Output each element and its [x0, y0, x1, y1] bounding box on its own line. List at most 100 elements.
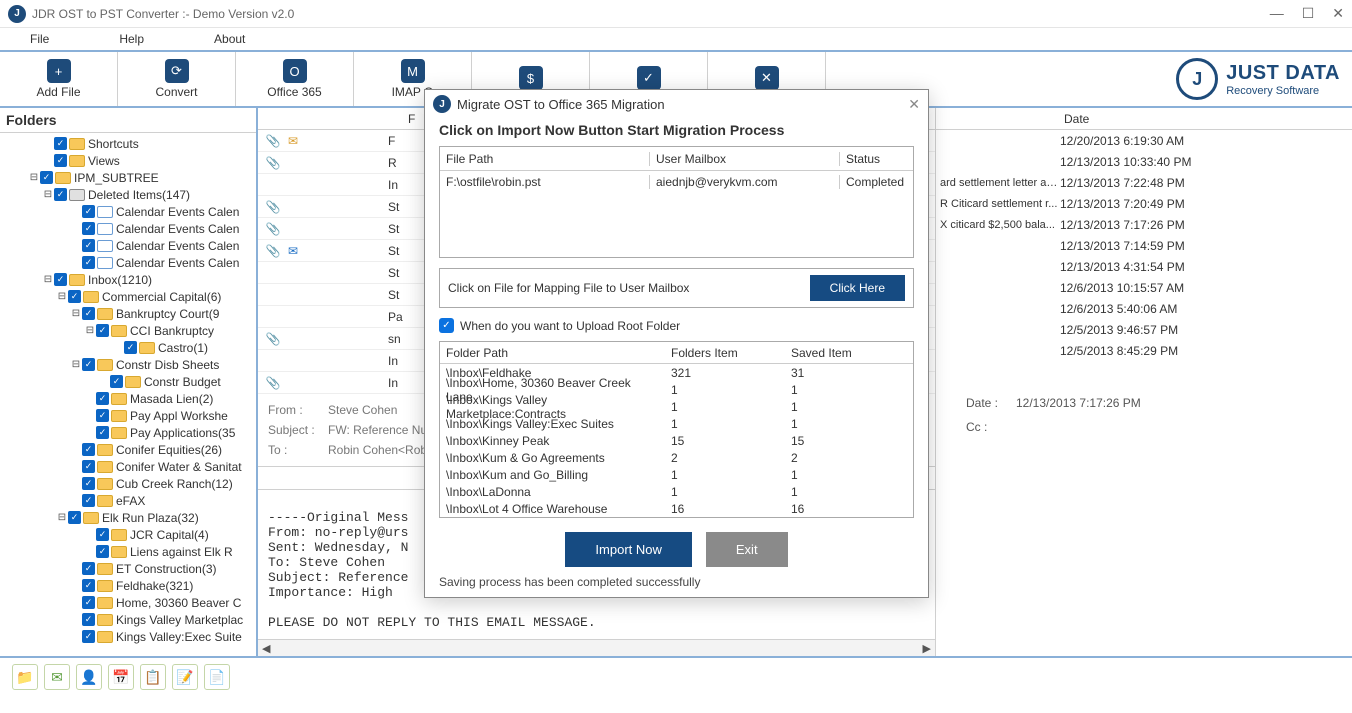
tree-item[interactable]: ✓Kings Valley Marketplac	[0, 611, 256, 628]
from-value: Steve Cohen	[328, 403, 397, 417]
grid2-hdr-saved: Saved Item	[785, 346, 913, 360]
tree-item[interactable]: ✓Liens against Elk R	[0, 543, 256, 560]
tree-item[interactable]: ⊟✓Bankruptcy Court(9	[0, 305, 256, 322]
minimize-button[interactable]: —	[1270, 5, 1284, 22]
tree-item[interactable]: ⊟✓IPM_SUBTREE	[0, 169, 256, 186]
status-icon-5[interactable]: 📋	[140, 664, 166, 690]
grid2-row: \Inbox\Kings Valley:Exec Suites11	[440, 415, 913, 432]
tree-item[interactable]: ✓JCR Capital(4)	[0, 526, 256, 543]
toolbar-btn-1[interactable]: ⟳Convert	[118, 52, 236, 106]
detail-date-value: 12/13/2013 7:17:26 PM	[1016, 396, 1141, 410]
detail-cc-label: Cc :	[966, 420, 1016, 434]
tree-item[interactable]: ✓Conifer Equities(26)	[0, 441, 256, 458]
tree-item[interactable]: ⊟✓Inbox(1210)	[0, 271, 256, 288]
upload-root-checkbox-row[interactable]: ✓ When do you want to Upload Root Folder	[439, 318, 914, 333]
grid1-hdr-mailbox: User Mailbox	[650, 152, 840, 166]
tree-item[interactable]: ✓Views	[0, 152, 256, 169]
status-icon-7[interactable]: 📄	[204, 664, 230, 690]
file-mailbox-grid: File Path User Mailbox Status F:\ostfile…	[439, 146, 914, 258]
status-icon-1[interactable]: 📁	[12, 664, 38, 690]
menu-file[interactable]: File	[30, 32, 49, 46]
grid2-row: \Inbox\Kum & Go Agreements22	[440, 449, 913, 466]
tree-item[interactable]: ✓Home, 30360 Beaver C	[0, 594, 256, 611]
tree-item[interactable]: ⊟✓CCI Bankruptcy	[0, 322, 256, 339]
right-row[interactable]: 12/6/2013 5:40:06 AM	[936, 298, 1352, 319]
folder-tree[interactable]: ✓Shortcuts✓Views⊟✓IPM_SUBTREE⊟✓Deleted I…	[0, 133, 256, 656]
to-label: To :	[268, 443, 328, 457]
tree-item[interactable]: ✓Castro(1)	[0, 339, 256, 356]
dialog-logo-icon: J	[433, 95, 451, 113]
menu-help[interactable]: Help	[119, 32, 144, 46]
grid2-row: \Inbox\Kings Valley Marketplace:Contract…	[440, 398, 913, 415]
tree-item[interactable]: ✓Pay Applications(35	[0, 424, 256, 441]
tree-item[interactable]: ✓Calendar Events Calen	[0, 203, 256, 220]
right-row[interactable]: R Citicard settlement r...12/13/2013 7:2…	[936, 193, 1352, 214]
right-row[interactable]: 12/6/2013 10:15:57 AM	[936, 277, 1352, 298]
menubar: File Help About	[0, 28, 1352, 50]
right-detail: Date :12/13/2013 7:17:26 PM Cc :	[936, 361, 1352, 469]
right-row[interactable]: 12/20/2013 6:19:30 AM	[936, 130, 1352, 151]
checkbox-icon[interactable]: ✓	[439, 318, 454, 333]
dialog-heading: Click on Import Now Button Start Migrati…	[439, 122, 914, 138]
brand-line1: JUST DATA	[1226, 62, 1340, 85]
click-here-button[interactable]: Click Here	[810, 275, 905, 301]
dialog-close-button[interactable]: ✕	[908, 96, 920, 113]
folder-grid: Folder Path Folders Item Saved Item \Inb…	[439, 341, 914, 518]
grid2-hdr-path: Folder Path	[440, 346, 665, 360]
close-button[interactable]: ✕	[1332, 5, 1344, 22]
right-row[interactable]: ard settlement letter ag...12/13/2013 7:…	[936, 172, 1352, 193]
tree-item[interactable]: ✓Calendar Events Calen	[0, 237, 256, 254]
checkbox-label: When do you want to Upload Root Folder	[460, 319, 680, 333]
right-row[interactable]: X citicard $2,500 bala...12/13/2013 7:17…	[936, 214, 1352, 235]
grid2-row: \Inbox\Lot 4 Office Warehouse1616	[440, 500, 913, 517]
grid2-row: \Inbox\LaDonna11	[440, 483, 913, 500]
right-row[interactable]: 12/13/2013 10:33:40 PM	[936, 151, 1352, 172]
tree-item[interactable]: ✓Calendar Events Calen	[0, 220, 256, 237]
tree-item[interactable]: ✓Shortcuts	[0, 135, 256, 152]
tree-item[interactable]: ⊟✓Deleted Items(147)	[0, 186, 256, 203]
right-row[interactable]: 12/5/2013 8:45:29 PM	[936, 340, 1352, 361]
tree-item[interactable]: ✓Constr Budget	[0, 373, 256, 390]
tree-item[interactable]: ✓Masada Lien(2)	[0, 390, 256, 407]
tree-item[interactable]: ✓ET Construction(3)	[0, 560, 256, 577]
maximize-button[interactable]: ☐	[1302, 5, 1315, 22]
toolbar-btn-0[interactable]: +Add File	[0, 52, 118, 106]
menu-about[interactable]: About	[214, 32, 245, 46]
migration-dialog: J Migrate OST to Office 365 Migration ✕ …	[424, 89, 929, 598]
import-now-button[interactable]: Import Now	[565, 532, 691, 567]
right-row[interactable]: 12/13/2013 4:31:54 PM	[936, 256, 1352, 277]
hscrollbar[interactable]: ◀▶	[258, 639, 935, 656]
folders-header: Folders	[0, 108, 256, 133]
mapping-row: Click on File for Mapping File to User M…	[439, 268, 914, 308]
status-icon-4[interactable]: 📅	[108, 664, 134, 690]
tree-item[interactable]: ⊟✓Constr Disb Sheets	[0, 356, 256, 373]
status-icon-2[interactable]: ✉	[44, 664, 70, 690]
tree-item[interactable]: ✓Feldhake(321)	[0, 577, 256, 594]
exit-button[interactable]: Exit	[706, 532, 788, 567]
from-label: From :	[268, 403, 328, 417]
tree-item[interactable]: ⊟✓Commercial Capital(6)	[0, 288, 256, 305]
grid2-row: \Inbox\Kinney Peak1515	[440, 432, 913, 449]
statusbar: 📁 ✉ 👤 📅 📋 📝 📄	[0, 656, 1352, 696]
tree-item[interactable]: ✓eFAX	[0, 492, 256, 509]
tree-item[interactable]: ✓Kings Valley:Exec Suite	[0, 628, 256, 645]
grid1-hdr-status: Status	[840, 152, 913, 166]
brand-line2: Recovery Software	[1226, 85, 1340, 97]
tree-item[interactable]: ✓Pay Appl Workshe	[0, 407, 256, 424]
mapping-text: Click on File for Mapping File to User M…	[448, 281, 689, 295]
grid1-hdr-path: File Path	[440, 152, 650, 166]
status-icon-6[interactable]: 📝	[172, 664, 198, 690]
dialog-titlebar: J Migrate OST to Office 365 Migration ✕	[425, 90, 928, 118]
brand: J JUST DATA Recovery Software	[1176, 58, 1352, 100]
tree-item[interactable]: ⊟✓Elk Run Plaza(32)	[0, 509, 256, 526]
status-icon-3[interactable]: 👤	[76, 664, 102, 690]
tree-item[interactable]: ✓Conifer Water & Sanitat	[0, 458, 256, 475]
right-row[interactable]: 12/13/2013 7:14:59 PM	[936, 235, 1352, 256]
grid1-row[interactable]: F:\ostfile\robin.pstaiednjb@verykvm.comC…	[440, 171, 913, 193]
tree-item[interactable]: ✓Calendar Events Calen	[0, 254, 256, 271]
right-row[interactable]: 12/5/2013 9:46:57 PM	[936, 319, 1352, 340]
date-panel: Date 12/20/2013 6:19:30 AM12/13/2013 10:…	[936, 108, 1352, 656]
toolbar-btn-2[interactable]: OOffice 365	[236, 52, 354, 106]
tree-item[interactable]: ✓Cub Creek Ranch(12)	[0, 475, 256, 492]
folders-panel: Folders ✓Shortcuts✓Views⊟✓IPM_SUBTREE⊟✓D…	[0, 108, 258, 656]
